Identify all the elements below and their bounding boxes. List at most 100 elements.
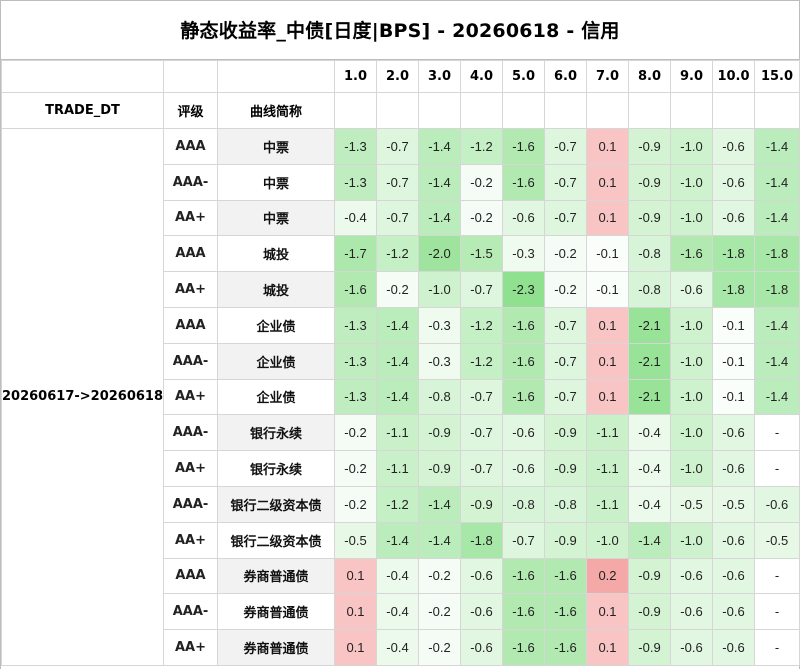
yield-change-cell: -0.2 [376,271,419,308]
yield-change-cell: -1.4 [628,521,671,559]
yield-change-cell: -1.0 [670,163,713,201]
table-row: 20260617->20260618 AAA 中票 -1.3 -0.7 -1.4 -1.2-… [1,128,800,666]
yield-change-cell: 0.1 [586,342,629,380]
yield-change-cell: -2.1 [628,378,671,416]
tenor-header: 9.0 [670,60,713,93]
yield-change-cell: -0.9 [418,414,461,452]
curve-name-cell: 券商普通债 [217,629,335,666]
yield-change-cell: -0.9 [628,128,671,165]
yield-change-cell: -1.6 [544,593,587,631]
yield-change-cell: -1.0 [670,199,713,237]
yield-change-cell: -0.5 [712,485,755,523]
yield-change-cell: -0.2 [334,450,377,487]
yield-change-cell: -0.6 [670,557,713,595]
yield-change-cell: 0.1 [586,199,629,237]
yield-change-cell: -0.8 [628,235,671,273]
yield-change-cell: -0.6 [712,450,755,487]
yield-change-cell: -0.8 [544,485,587,523]
yield-change-cell: -1.4 [376,521,419,559]
curve-name-cell: 城投 [217,271,335,308]
tenor-header-row: 1.0 2.0 3.0 4.0 5.0 6.0 7.0 8.0 9.0 10.0 15.0 [1,60,800,93]
yield-change-cell: -0.3 [418,342,461,380]
tenor-header: 2.0 [376,60,419,93]
yield-change-cell: -0.7 [460,378,503,416]
header-blank [502,92,545,129]
tenor-header: 6.0 [544,60,587,93]
yield-change-cell: -0.4 [376,557,419,595]
yield-change-cell: -1.4 [418,485,461,523]
yield-change-cell: -1.3 [334,306,377,344]
yield-change-cell: -0.6 [712,128,755,165]
yield-change-cell: -1.0 [670,521,713,559]
header-blank [544,92,587,129]
rating-cell: AAA [163,557,218,595]
yield-change-cell: 0.1 [586,593,629,631]
rating-cell: AAA- [163,485,218,523]
yield-change-cell: -1.6 [670,235,713,273]
yield-change-cell: -0.6 [712,199,755,237]
yield-change-cell: -0.2 [334,485,377,523]
tenor-header: 3.0 [418,60,461,93]
rating-cell: AA+ [163,521,218,559]
yield-change-cell: -1.4 [418,521,461,559]
yield-change-cell: -1.6 [502,342,545,380]
yield-change-cell: -1.6 [544,629,587,666]
yield-change-cell: -1.0 [670,306,713,344]
yield-change-cell: -1.3 [334,128,377,165]
yield-change-cell: -1.2 [376,235,419,273]
yield-change-cell: -1.4 [376,378,419,416]
tenor-header: 5.0 [502,60,545,93]
header-blank [712,92,755,129]
yield-change-cell: 0.1 [334,593,377,631]
yield-change-cell: -0.4 [334,199,377,237]
yield-change-cell: -0.8 [628,271,671,308]
yield-change-cell: -1.2 [460,342,503,380]
rating-cell: AA+ [163,378,218,416]
tenor-header: 4.0 [460,60,503,93]
yield-change-cell: -0.7 [544,199,587,237]
curve-name-cell: 企业债 [217,378,335,416]
yield-change-cell: -1.0 [670,450,713,487]
trade-date-cell: 20260617->20260618 [1,128,164,666]
yield-change-cell: -2.3 [502,271,545,308]
yield-change-cell: -1.0 [670,378,713,416]
report-frame: 静态收益率_中债[日度|BPS] - 20260618 - 信用 1.0 2.0 3… [0,0,800,669]
yield-change-cell: -1.6 [502,557,545,595]
yield-change-cell: -0.6 [712,557,755,595]
yield-change-cell: -0.9 [628,593,671,631]
yield-change-cell: -1.6 [502,593,545,631]
column-name-row: TRADE_DT 评级 曲线简称 [1,92,800,129]
yield-change-cell: -0.2 [460,199,503,237]
yield-change-cell: -0.2 [418,629,461,666]
yield-change-cell: -0.9 [544,414,587,452]
yield-change-cell: -1.2 [460,306,503,344]
yield-change-cell: -1.4 [754,199,800,237]
tenor-header: 7.0 [586,60,629,93]
yield-change-cell: -0.6 [670,629,713,666]
rating-cell: AAA- [163,163,218,201]
curve-name-cell: 银行二级资本债 [217,485,335,523]
yield-change-cell: -0.2 [544,235,587,273]
yield-change-cell: -1.7 [334,235,377,273]
yield-change-cell: -1.8 [712,271,755,308]
yield-change-cell: -1.4 [754,128,800,165]
curve-name-cell: 中票 [217,199,335,237]
yield-change-cell: -1.1 [586,450,629,487]
yield-change-cell: 0.1 [586,128,629,165]
yield-change-cell: -0.1 [712,306,755,344]
curve-name-cell: 城投 [217,235,335,273]
yield-change-cell: -1.0 [670,342,713,380]
yield-change-cell: -1.4 [754,342,800,380]
yield-change-cell: -0.7 [376,199,419,237]
yield-change-cell: -0.7 [544,163,587,201]
yield-change-cell: -1.1 [376,414,419,452]
yield-change-cell: -0.9 [544,450,587,487]
yield-change-cell: -1.8 [712,235,755,273]
header-blank [670,92,713,129]
rating-cell: AAA- [163,593,218,631]
yield-change-cell: -1.4 [418,163,461,201]
yield-change-cell: -1.0 [670,128,713,165]
yield-change-cell: -0.7 [460,271,503,308]
yield-change-cell: -0.9 [460,485,503,523]
yield-change-cell: -0.9 [628,557,671,595]
